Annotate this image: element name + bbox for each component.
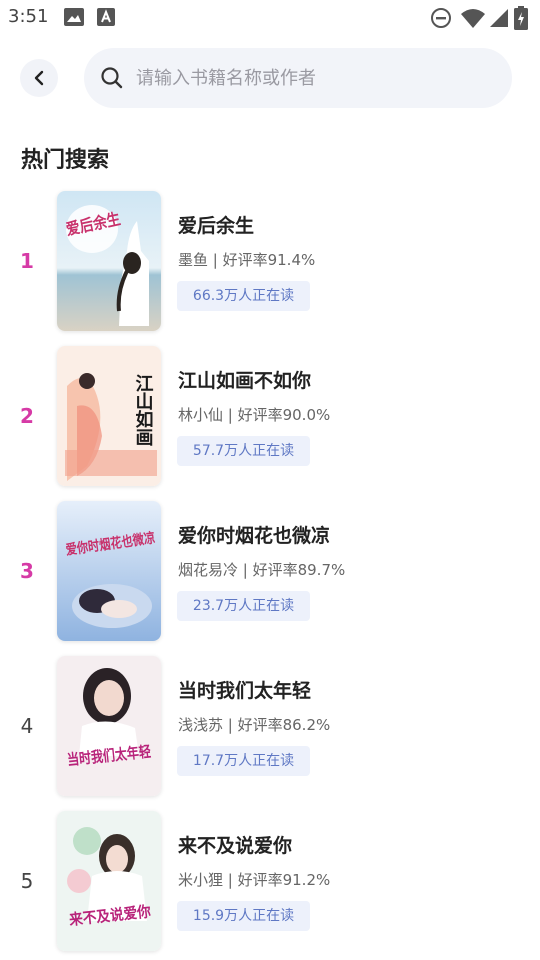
book-title: 爱你时烟花也微凉 — [178, 525, 331, 547]
do-not-disturb-icon — [430, 7, 452, 29]
book-item[interactable]: 3 爱你时烟花也微凉 爱你时烟花也微凉 烟花易冷 | 好评率89.7% 23.7… — [0, 501, 540, 643]
signal-icon — [488, 7, 510, 29]
book-title: 当时我们太年轻 — [178, 680, 312, 702]
battery-icon — [514, 6, 528, 30]
search-box[interactable] — [84, 48, 512, 108]
cover-title-text: 江山如画 — [133, 374, 154, 447]
rank-number: 5 — [20, 869, 34, 893]
book-meta: 浅浅苏 | 好评率86.2% — [178, 716, 331, 734]
search-input[interactable] — [136, 48, 496, 108]
rank-number: 2 — [20, 404, 34, 428]
reading-count-badge: 17.7万人正在读 — [177, 746, 310, 776]
book-meta: 米小狸 | 好评率91.2% — [178, 871, 331, 889]
book-cover[interactable]: 爱后余生 — [57, 191, 161, 331]
book-cover[interactable]: 来不及说爱你 — [57, 811, 161, 951]
search-icon — [101, 67, 123, 89]
book-meta: 烟花易冷 | 好评率89.7% — [178, 561, 346, 579]
section-title: 热门搜索 — [21, 148, 110, 173]
book-cover[interactable]: 江山如画 — [57, 346, 161, 486]
rank-number: 1 — [20, 249, 34, 273]
book-cover[interactable]: 当时我们太年轻 — [57, 656, 161, 796]
back-button[interactable] — [20, 59, 58, 97]
book-item[interactable]: 5 来不及说爱你 来不及说爱你 米小狸 | 好评率91.2% 15.9万人正在读 — [0, 811, 540, 953]
image-icon — [64, 8, 84, 26]
book-meta: 林小仙 | 好评率90.0% — [178, 406, 331, 424]
wifi-icon — [460, 7, 486, 29]
book-item[interactable]: 1 爱后余生 爱后余生 墨鱼 | 好评率91.4% 66.3万人正在读 — [0, 191, 540, 333]
status-time: 3:51 — [8, 6, 49, 27]
book-item[interactable]: 2 江山如画 江山如画不如你 林小仙 | 好评率90.0% 57.7万人正在读 — [0, 346, 540, 488]
book-meta: 墨鱼 | 好评率91.4% — [178, 251, 316, 269]
book-cover[interactable]: 爱你时烟花也微凉 — [57, 501, 161, 641]
chevron-left-icon — [34, 70, 44, 86]
book-title: 江山如画不如你 — [178, 370, 312, 392]
reading-count-badge: 57.7万人正在读 — [177, 436, 310, 466]
reading-count-badge: 23.7万人正在读 — [177, 591, 310, 621]
book-title: 爱后余生 — [178, 215, 255, 237]
a-letter-icon — [97, 8, 115, 26]
book-title: 来不及说爱你 — [178, 835, 293, 857]
status-bar: 3:51 — [0, 0, 540, 36]
reading-count-badge: 66.3万人正在读 — [177, 281, 310, 311]
reading-count-badge: 15.9万人正在读 — [177, 901, 310, 931]
book-item[interactable]: 4 当时我们太年轻 当时我们太年轻 浅浅苏 | 好评率86.2% 17.7万人正… — [0, 656, 540, 798]
rank-number: 3 — [20, 559, 34, 583]
rank-number: 4 — [20, 714, 34, 738]
